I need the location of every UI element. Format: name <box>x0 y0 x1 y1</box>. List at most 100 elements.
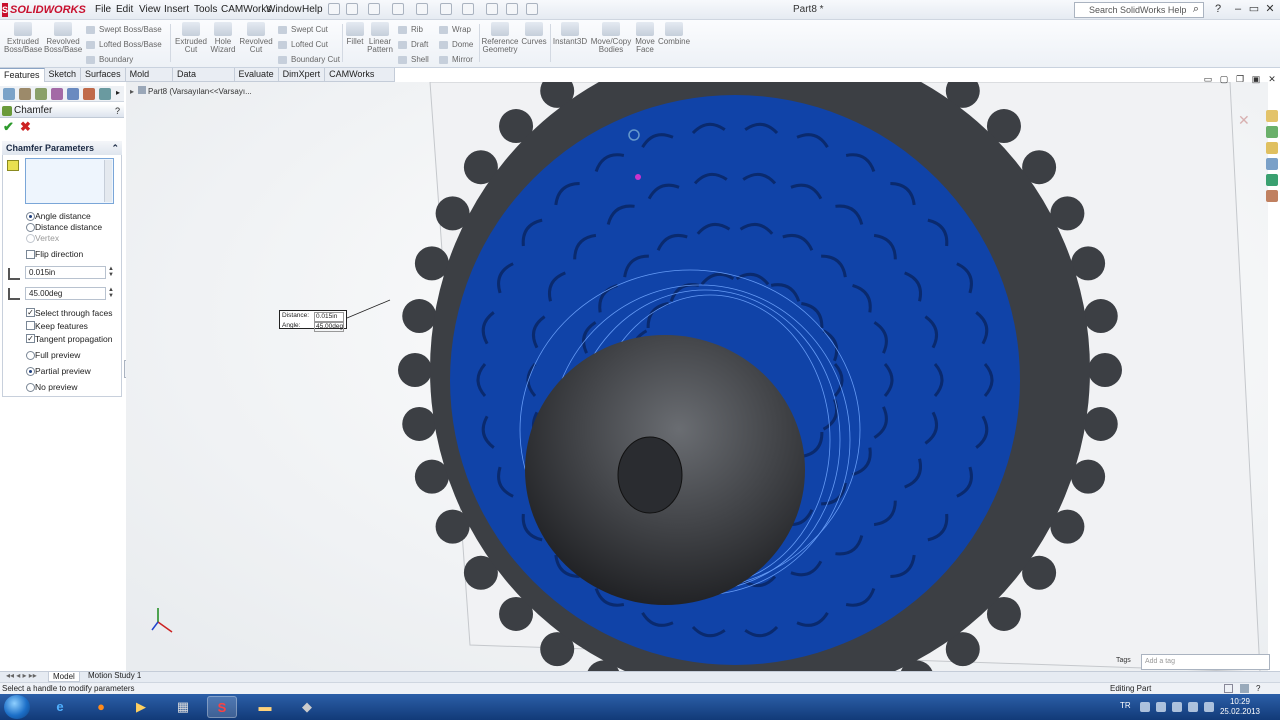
monitor-icon[interactable] <box>1172 702 1182 712</box>
help-status-icon[interactable]: ? <box>1256 683 1260 694</box>
options-icon[interactable] <box>526 3 538 15</box>
full-preview-radio[interactable] <box>26 351 35 360</box>
new-icon[interactable] <box>346 3 358 15</box>
doc-restore-button[interactable]: ❐ <box>1232 72 1248 87</box>
rebuild-status-icon[interactable] <box>1224 684 1233 693</box>
camworks-operation-icon[interactable] <box>99 88 111 100</box>
combine-button[interactable]: Combine <box>658 22 690 62</box>
internet-explorer-icon[interactable]: e <box>45 696 75 718</box>
keep-features-checkbox[interactable] <box>26 321 35 330</box>
custom-properties-icon[interactable] <box>1266 190 1278 202</box>
flag-icon[interactable] <box>1188 702 1198 712</box>
menu-file[interactable]: File <box>95 3 111 17</box>
shell-button[interactable]: Shell <box>398 54 434 66</box>
tab-scroll-arrows-icon[interactable]: ◂◂ ◂ ▸ ▸▸ <box>2 671 41 682</box>
revolved-cut-button[interactable]: Revolved Cut <box>238 22 274 62</box>
move-face-button[interactable]: Move Face <box>633 22 657 62</box>
cancel-button[interactable]: ✖ <box>20 120 31 133</box>
chevron-right-icon[interactable]: ▸ <box>116 88 120 97</box>
heads-up-view-toolbar[interactable] <box>610 72 790 82</box>
feature-tree-root[interactable]: ▸ Part8 (Varsayılan<<Varsayı... <box>130 86 252 96</box>
search-input[interactable]: Search SolidWorks Help <box>1074 2 1204 18</box>
items-to-chamfer-list[interactable] <box>25 158 114 204</box>
ok-button[interactable]: ✔ <box>3 120 14 133</box>
tags-input[interactable]: Add a tag <box>1141 654 1270 670</box>
feature-tree-icon[interactable] <box>3 88 15 100</box>
menu-view[interactable]: View <box>139 3 161 17</box>
undo-icon[interactable] <box>440 3 452 15</box>
dome-button[interactable]: Dome <box>439 39 479 51</box>
tab-mold-tools[interactable]: Mold Tools <box>126 68 174 92</box>
configuration-manager-icon[interactable] <box>35 88 47 100</box>
mirror-button[interactable]: Mirror <box>439 54 479 66</box>
angle-spinner[interactable]: ▲ ▼ <box>107 287 115 300</box>
tab-dimxpert[interactable]: DimXpert <box>279 68 326 82</box>
doc-close-button[interactable]: ✕ <box>1264 72 1280 87</box>
tab-features[interactable]: Features <box>0 68 45 82</box>
calculator-icon[interactable]: ▦ <box>168 696 198 718</box>
boundary-boss-button[interactable]: Boundary Boss/Base <box>86 54 166 76</box>
distance-distance-radio[interactable] <box>26 223 35 232</box>
boundary-cut-button[interactable]: Boundary Cut <box>278 54 340 66</box>
network-icon[interactable] <box>1156 702 1166 712</box>
view-palette-icon[interactable] <box>1266 158 1278 170</box>
save-icon[interactable] <box>392 3 404 15</box>
menu-edit[interactable]: Edit <box>116 3 133 17</box>
open-icon[interactable] <box>368 3 380 15</box>
appearances-icon[interactable] <box>1266 174 1278 186</box>
distance-spinner[interactable]: ▲ ▼ <box>107 266 115 279</box>
property-manager-icon[interactable] <box>19 88 31 100</box>
select-through-faces-checkbox[interactable]: ✓ <box>26 308 35 317</box>
system-clock[interactable]: 10:29 25.02.2013 <box>1216 697 1264 717</box>
list-scrollbar[interactable] <box>104 160 112 202</box>
lofted-cut-button[interactable]: Lofted Cut <box>278 39 340 51</box>
tab-model[interactable]: Model <box>48 671 80 682</box>
language-indicator[interactable]: TR <box>1120 701 1131 710</box>
reference-geometry-button[interactable]: Reference Geometry <box>481 22 519 62</box>
menu-help[interactable]: Help <box>302 3 323 17</box>
minimize-button[interactable]: – <box>1230 2 1246 17</box>
display-manager-icon[interactable] <box>67 88 79 100</box>
chamfer-handle[interactable] <box>635 174 641 180</box>
partial-preview-radio[interactable] <box>26 367 35 376</box>
callout-angle-value[interactable]: 45.00deg <box>314 322 344 332</box>
tab-camworks[interactable]: CAMWorks 2012 <box>325 68 395 92</box>
graphics-area[interactable] <box>126 82 1268 672</box>
rib-button[interactable]: Rib <box>398 24 434 36</box>
tab-sketch[interactable]: Sketch <box>45 68 82 82</box>
print-icon[interactable] <box>416 3 428 15</box>
fillet-button[interactable]: Fillet <box>344 22 366 62</box>
tangent-propagation-checkbox[interactable]: ✓ <box>26 334 35 343</box>
model-view[interactable] <box>126 82 1268 672</box>
tab-motion-study[interactable]: Motion Study 1 <box>84 671 145 682</box>
menu-tools[interactable]: Tools <box>194 3 217 17</box>
menu-insert[interactable]: Insert <box>164 3 189 17</box>
file-explorer-icon[interactable] <box>1266 142 1278 154</box>
instant3d-button[interactable]: Instant3D <box>552 22 588 62</box>
angle-input[interactable]: 45.00deg <box>25 287 106 300</box>
collapse-icon[interactable]: ⌃ <box>111 141 119 155</box>
rebuild-icon[interactable] <box>486 3 498 15</box>
help-question-icon[interactable]: ? <box>115 105 120 118</box>
restore-button[interactable]: ▭ <box>1246 2 1262 17</box>
select-icon[interactable] <box>462 3 474 15</box>
revolved-boss-button[interactable]: Revolved Boss/Base <box>44 22 82 62</box>
search-icon[interactable]: ⌕ <box>1188 2 1204 17</box>
linear-pattern-button[interactable]: Linear Pattern <box>366 22 394 62</box>
media-player-icon[interactable]: ▶ <box>126 696 156 718</box>
extruded-boss-button[interactable]: Extruded Boss/Base <box>4 22 42 62</box>
app-logo[interactable]: S SOLIDWORKS <box>2 2 86 18</box>
volume-icon[interactable] <box>1204 702 1214 712</box>
confirm-cancel-icon[interactable]: ✕ <box>1238 112 1250 129</box>
lofted-boss-button[interactable]: Lofted Boss/Base <box>86 39 166 51</box>
resources-icon[interactable] <box>1266 110 1278 122</box>
tab-surfaces[interactable]: Surfaces <box>81 68 126 82</box>
firefox-icon[interactable]: ● <box>86 696 116 718</box>
explorer-folder-icon[interactable]: ▬ <box>250 696 280 718</box>
swept-cut-button[interactable]: Swept Cut <box>278 24 340 36</box>
camworks-feature-icon[interactable] <box>83 88 95 100</box>
close-button[interactable]: ✕ <box>1262 2 1278 17</box>
tab-data-migration[interactable]: Data Migration <box>173 68 235 92</box>
expand-arrow-icon[interactable]: ▸ <box>130 87 138 96</box>
menu-window[interactable]: Window <box>266 3 302 17</box>
